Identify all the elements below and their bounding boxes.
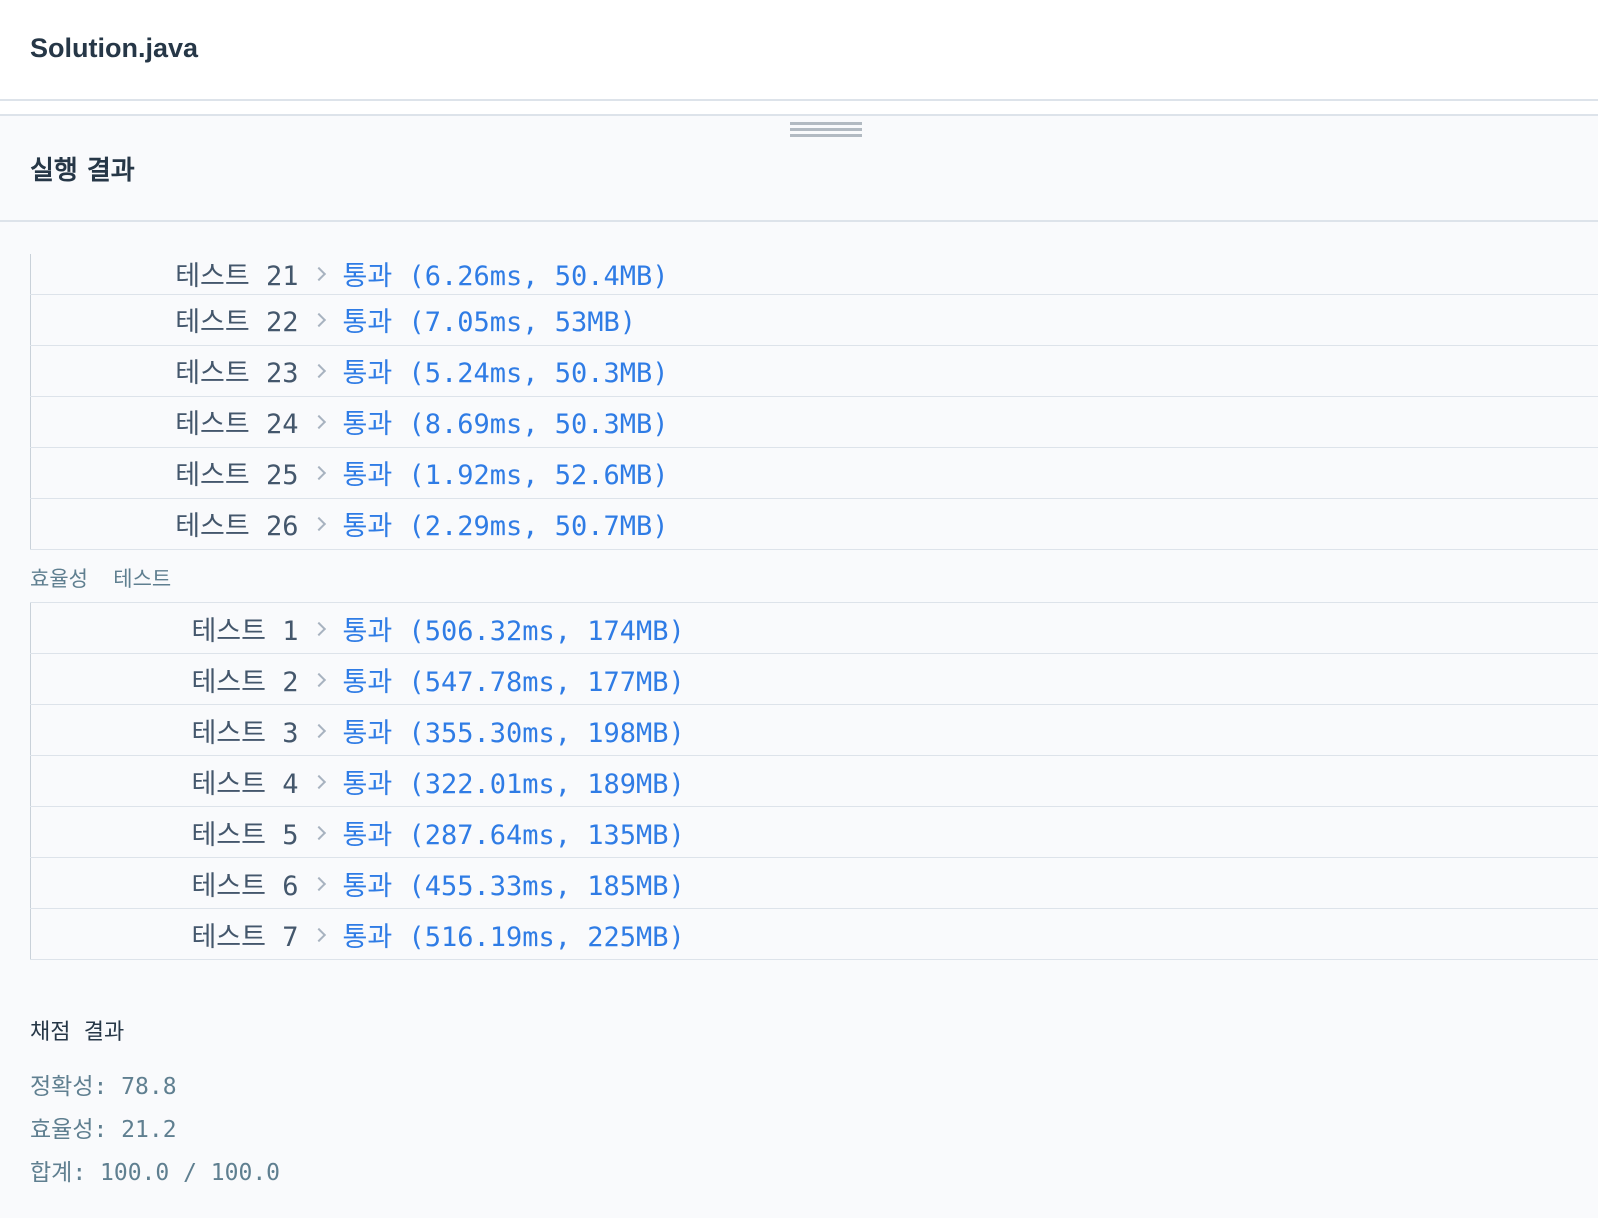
correctness-score: 정확성: 78.8 <box>30 1074 177 1100</box>
test-result: 통과 (2.29ms, 50.7MB) <box>342 498 1598 550</box>
chevron-right-icon <box>311 825 326 840</box>
table-row: 테스트 26 통과 (2.29ms, 50.7MB) <box>30 498 1598 550</box>
file-tab-title[interactable]: Solution.java <box>30 33 198 64</box>
efficiency-section-title: 효율성 테스트 <box>30 567 172 591</box>
chevron-right-icon <box>311 876 326 891</box>
test-result: 통과 (355.30ms, 198MB) <box>342 704 1598 756</box>
editor-tab-bar: Solution.java <box>0 0 1598 101</box>
test-result: 통과 (5.24ms, 50.3MB) <box>342 345 1598 397</box>
table-row: 테스트 1 통과 (506.32ms, 174MB) <box>30 602 1598 654</box>
test-result: 통과 (547.78ms, 177MB) <box>342 653 1598 705</box>
chevron-right-icon <box>311 312 326 328</box>
table-row: 테스트 5 통과 (287.64ms, 135MB) <box>30 806 1598 858</box>
test-label: 테스트 23 <box>30 345 299 397</box>
test-label: 테스트 24 <box>30 396 299 448</box>
chevron-right-icon <box>311 927 326 942</box>
chevron-right-icon <box>311 621 326 636</box>
table-row: 테스트 2 통과 (547.78ms, 177MB) <box>30 653 1598 705</box>
table-row: 테스트 25 통과 (1.92ms, 52.6MB) <box>30 447 1598 499</box>
test-result: 통과 (1.92ms, 52.6MB) <box>342 447 1598 499</box>
test-label: 테스트 6 <box>30 857 299 909</box>
test-result: 통과 (8.69ms, 50.3MB) <box>342 396 1598 448</box>
chevron-right-icon <box>311 465 326 481</box>
efficiency-score: 효율성: 21.2 <box>30 1117 177 1143</box>
table-row: 테스트 23 통과 (5.24ms, 50.3MB) <box>30 345 1598 397</box>
table-row: 테스트 21 통과 (6.26ms, 50.4MB) <box>30 254 1598 295</box>
test-result: 통과 (455.33ms, 185MB) <box>342 857 1598 909</box>
chevron-right-icon <box>311 414 326 430</box>
table-row: 테스트 22 통과 (7.05ms, 53MB) <box>30 294 1598 346</box>
test-result: 통과 (287.64ms, 135MB) <box>342 806 1598 858</box>
test-result: 통과 (7.05ms, 53MB) <box>342 294 1598 346</box>
chevron-right-icon <box>311 516 326 532</box>
test-label: 테스트 25 <box>30 447 299 499</box>
table-row: 테스트 4 통과 (322.01ms, 189MB) <box>30 755 1598 807</box>
score-title: 채점 결과 <box>30 1020 125 1045</box>
result-pane: 실행 결과 테스트 21 통과 (6.26ms, 50.4MB) 테스트 22 … <box>0 114 1598 1218</box>
correctness-test-table: 테스트 21 통과 (6.26ms, 50.4MB) 테스트 22 통과 (7.… <box>30 254 1598 550</box>
test-label: 테스트 22 <box>30 294 299 346</box>
test-label: 테스트 4 <box>30 755 299 807</box>
total-score: 합계: 100.0 / 100.0 <box>30 1160 281 1186</box>
chevron-right-icon <box>311 363 326 379</box>
test-label: 테스트 7 <box>30 908 299 960</box>
test-label: 테스트 2 <box>30 653 299 705</box>
test-label: 테스트 3 <box>30 704 299 756</box>
efficiency-test-table: 테스트 1 통과 (506.32ms, 174MB) 테스트 2 통과 (547… <box>30 602 1598 960</box>
test-label: 테스트 1 <box>30 602 299 654</box>
test-result: 통과 (516.19ms, 225MB) <box>342 908 1598 960</box>
test-label: 테스트 5 <box>30 806 299 858</box>
chevron-right-icon <box>311 672 326 687</box>
chevron-right-icon <box>311 267 326 282</box>
test-result: 통과 (506.32ms, 174MB) <box>342 602 1598 654</box>
table-row: 테스트 24 통과 (8.69ms, 50.3MB) <box>30 396 1598 448</box>
result-header: 실행 결과 <box>0 116 1598 222</box>
result-console[interactable]: 테스트 21 통과 (6.26ms, 50.4MB) 테스트 22 통과 (7.… <box>0 224 1598 1218</box>
test-label: 테스트 21 <box>30 254 299 295</box>
table-row: 테스트 3 통과 (355.30ms, 198MB) <box>30 704 1598 756</box>
test-label: 테스트 26 <box>30 498 299 550</box>
test-result: 통과 (6.26ms, 50.4MB) <box>342 254 1598 295</box>
result-title: 실행 결과 <box>30 156 135 186</box>
table-row: 테스트 7 통과 (516.19ms, 225MB) <box>30 908 1598 960</box>
chevron-right-icon <box>311 774 326 789</box>
chevron-right-icon <box>311 723 326 738</box>
table-row: 테스트 6 통과 (455.33ms, 185MB) <box>30 857 1598 909</box>
test-result: 통과 (322.01ms, 189MB) <box>342 755 1598 807</box>
